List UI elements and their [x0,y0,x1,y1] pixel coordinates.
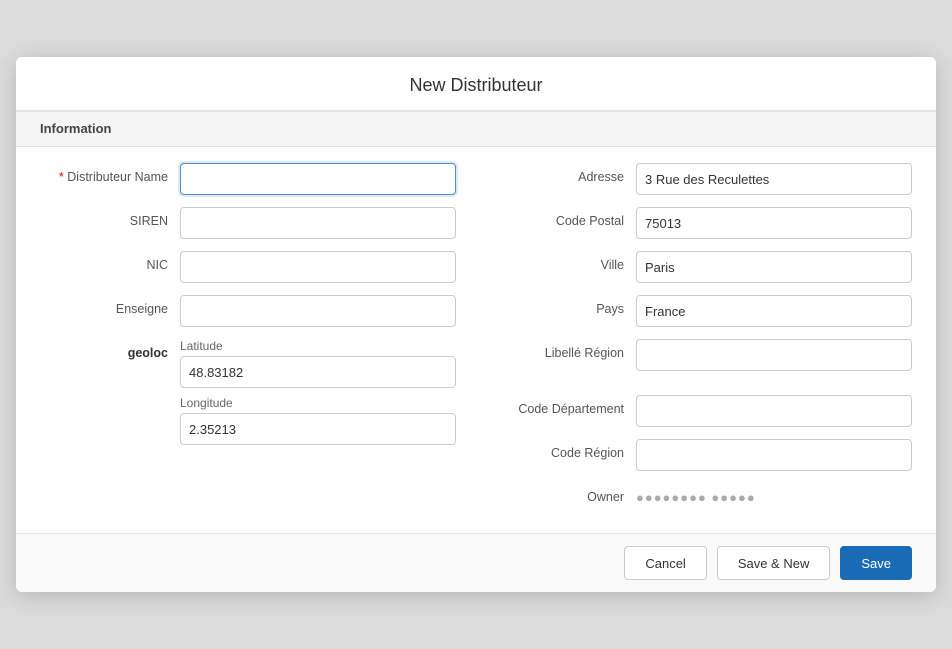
label-distributeur-name: Distributeur Name [40,163,180,184]
modal-dialog: New Distributeur Information Distributeu… [16,57,936,592]
label-code-departement: Code Département [496,395,636,416]
input-siren[interactable] [180,207,456,239]
form-right: Adresse Code Postal Ville Pays [496,163,912,517]
input-adresse[interactable] [636,163,912,195]
label-pays: Pays [496,295,636,316]
row-enseigne: Enseigne [40,295,456,327]
label-geoloc: geoloc [40,339,180,360]
input-libelle-region[interactable] [636,339,912,371]
input-pays[interactable] [636,295,912,327]
label-code-postal: Code Postal [496,207,636,228]
row-libelle-region: Libellé Région [496,339,912,371]
row-code-departement: Code Département [496,395,912,427]
geoloc-fields: Latitude Longitude [180,339,456,453]
row-geoloc: geoloc Latitude Longitude [40,339,456,453]
label-longitude: Longitude [180,396,456,410]
label-adresse: Adresse [496,163,636,184]
row-nic: NIC [40,251,456,283]
input-enseigne[interactable] [180,295,456,327]
label-nic: NIC [40,251,180,272]
row-owner: Owner ●●●●●●●● ●●●●● [496,483,912,505]
save-new-button[interactable]: Save & New [717,546,831,580]
save-button[interactable]: Save [840,546,912,580]
cancel-button[interactable]: Cancel [624,546,706,580]
label-latitude: Latitude [180,339,456,353]
form-content: Distributeur Name SIREN NIC Enseigne [16,163,936,517]
row-adresse: Adresse [496,163,912,195]
form-left: Distributeur Name SIREN NIC Enseigne [40,163,456,517]
input-code-region[interactable] [636,439,912,471]
modal-header: New Distributeur [16,57,936,111]
input-code-departement[interactable] [636,395,912,427]
modal-title: New Distributeur [40,75,912,96]
input-distributeur-name[interactable] [180,163,456,195]
input-ville[interactable] [636,251,912,283]
input-latitude[interactable] [180,356,456,388]
label-ville: Ville [496,251,636,272]
modal-overlay: New Distributeur Information Distributeu… [0,0,952,649]
label-enseigne: Enseigne [40,295,180,316]
row-code-postal: Code Postal [496,207,912,239]
input-code-postal[interactable] [636,207,912,239]
row-pays: Pays [496,295,912,327]
row-siren: SIREN [40,207,456,239]
input-nic[interactable] [180,251,456,283]
label-code-region: Code Région [496,439,636,460]
section-information: Information [16,111,936,147]
modal-footer: Cancel Save & New Save [16,533,936,592]
row-ville: Ville [496,251,912,283]
row-code-region: Code Région [496,439,912,471]
label-owner: Owner [496,483,636,504]
row-distributeur-name: Distributeur Name [40,163,456,195]
input-longitude[interactable] [180,413,456,445]
label-libelle-region: Libellé Région [496,339,636,360]
owner-value: ●●●●●●●● ●●●●● [636,483,756,505]
label-siren: SIREN [40,207,180,228]
modal-body: Information Distributeur Name SIREN NIC [16,111,936,533]
section-information-label: Information [40,121,112,136]
